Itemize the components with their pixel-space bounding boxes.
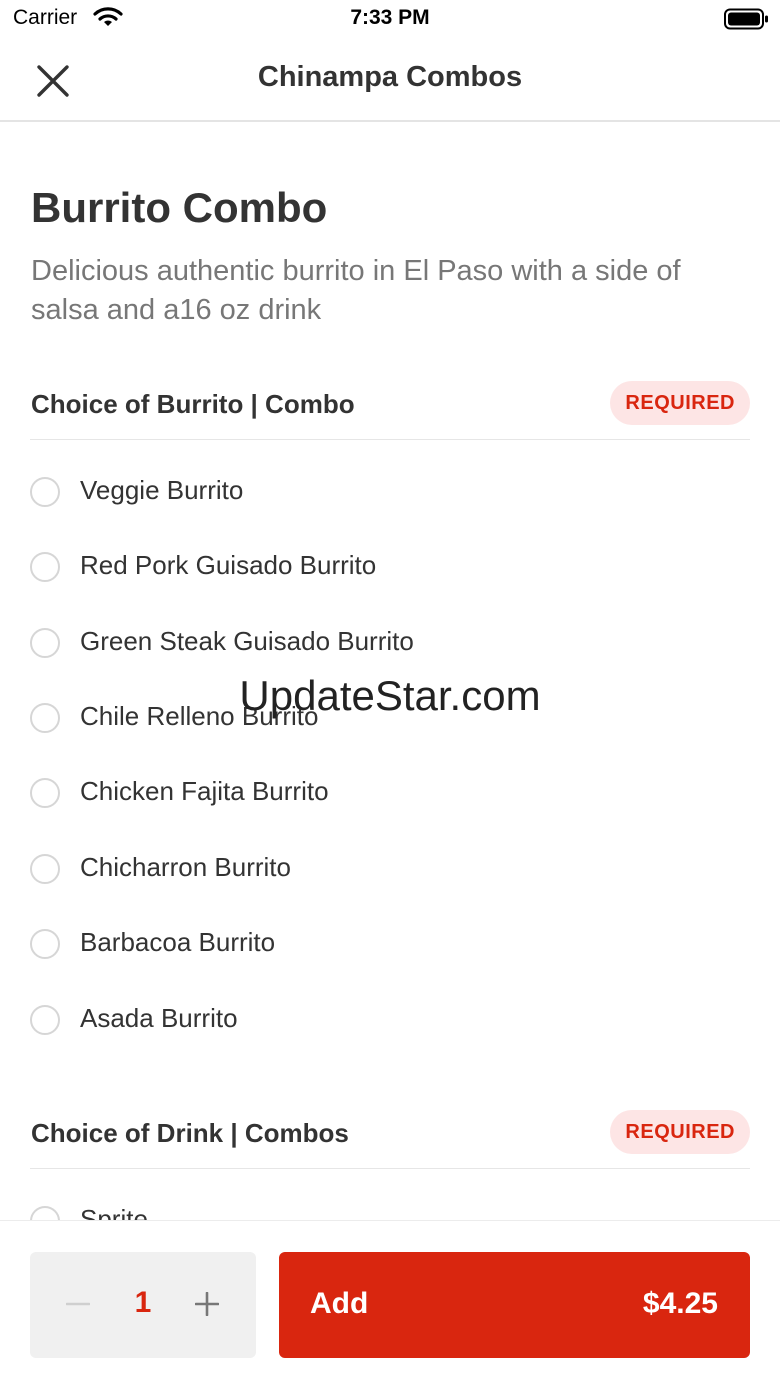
option-group-header-burrito: Choice of Burrito | Combo REQUIRED [30,381,750,440]
option-green-steak-guisado-burrito[interactable]: Green Steak Guisado Burrito [30,615,750,675]
option-barbacoa-burrito[interactable]: Barbacoa Burrito [30,916,750,976]
minus-icon [66,1302,90,1306]
option-label: Sprite [80,1204,148,1220]
item-detail-content[interactable]: Burrito Combo Delicious authentic burrit… [0,122,780,1220]
required-badge: REQUIRED [610,1110,750,1154]
radio-button[interactable] [30,778,60,808]
option-label: Asada Burrito [80,1003,238,1033]
decrease-quantity-button[interactable] [54,1280,102,1328]
option-chicharron-burrito[interactable]: Chicharron Burrito [30,841,750,901]
item-description: Delicious authentic burrito in El Paso w… [31,255,681,326]
increase-quantity-button[interactable] [183,1280,231,1328]
quantity-value: 1 [134,1286,152,1319]
option-label: Veggie Burrito [80,475,244,505]
option-label: Barbacoa Burrito [80,927,276,957]
radio-button[interactable] [30,703,60,733]
radio-button[interactable] [30,929,60,959]
radio-button[interactable] [30,552,60,582]
option-group-header-drink: Choice of Drink | Combos REQUIRED [30,1110,750,1169]
option-asada-burrito[interactable]: Asada Burrito [30,992,750,1052]
radio-button[interactable] [30,1206,60,1220]
option-sprite[interactable]: Sprite [30,1193,750,1220]
option-group-title: Choice of Burrito | Combo [31,389,355,419]
option-label: Green Steak Guisado Burrito [80,626,414,656]
radio-button[interactable] [30,854,60,884]
option-veggie-burrito[interactable]: Veggie Burrito [30,464,750,524]
add-button-price: $4.25 [642,1287,718,1320]
option-label: Red Pork Guisado Burrito [80,550,377,580]
option-chicken-fajita-burrito[interactable]: Chicken Fajita Burrito [30,765,750,825]
quantity-stepper: 1 [30,1252,256,1358]
option-label: Chicharron Burrito [80,852,291,882]
item-title: Burrito Combo [31,184,328,231]
option-group-title: Choice of Drink | Combos [31,1118,349,1148]
add-to-order-button[interactable]: Add $4.25 [279,1252,750,1358]
option-label: Chile Relleno Burrito [80,701,319,731]
option-chile-relleno-burrito[interactable]: Chile Relleno Burrito [30,690,750,750]
battery-icon [724,8,768,30]
required-badge: REQUIRED [610,381,750,425]
status-time: 7:33 PM [350,6,430,29]
radio-button[interactable] [30,1005,60,1035]
status-bar: Carrier 7:33 PM [0,0,780,42]
option-red-pork-guisado-burrito[interactable]: Red Pork Guisado Burrito [30,539,750,599]
radio-button[interactable] [30,477,60,507]
add-button-label: Add [310,1287,369,1320]
nav-bar: Chinampa Combos [0,42,780,122]
option-label: Chicken Fajita Burrito [80,776,329,806]
page-title: Chinampa Combos [257,61,523,93]
radio-button[interactable] [30,628,60,658]
plus-icon [195,1292,219,1316]
bottom-bar: 1 Add $4.25 [0,1220,780,1388]
